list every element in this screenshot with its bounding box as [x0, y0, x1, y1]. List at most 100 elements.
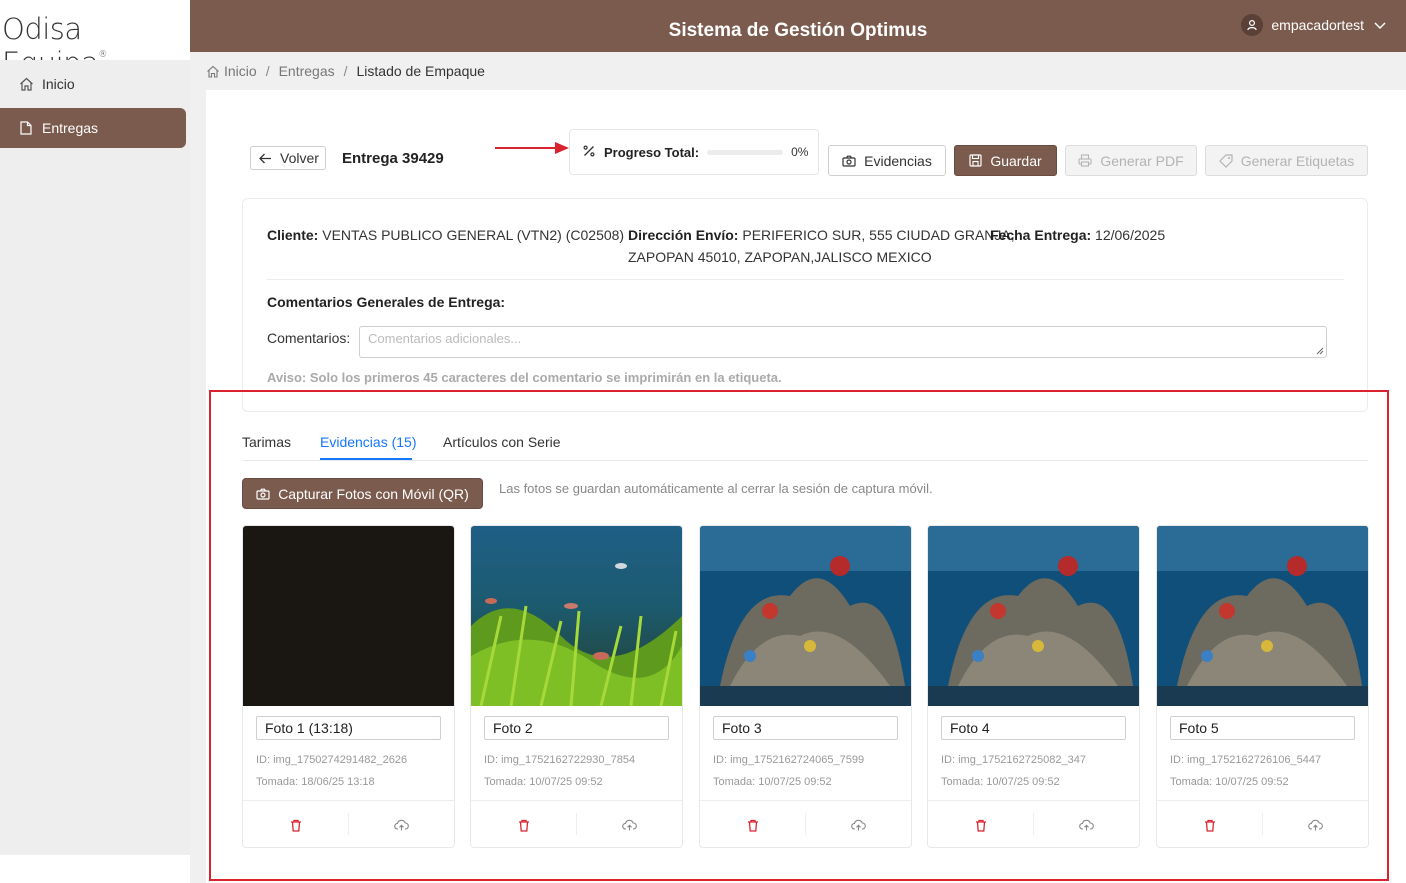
- printer-icon: [1078, 154, 1092, 167]
- photo-actions: [700, 800, 911, 847]
- progress-bar: [707, 149, 784, 155]
- client-info: Cliente: VENTAS PUBLICO GENERAL (VTN2) (…: [267, 224, 624, 246]
- breadcrumb-entregas[interactable]: Entregas: [279, 63, 335, 79]
- address-label: Dirección Envío:: [628, 227, 739, 243]
- back-button[interactable]: Volver: [250, 146, 326, 170]
- delete-icon[interactable]: [514, 815, 534, 835]
- photo-id: ID: img_1752162725082_347: [941, 754, 1086, 766]
- photo-name-input[interactable]: Foto 5: [1170, 716, 1355, 740]
- delivery-date-value: 12/06/2025: [1095, 227, 1166, 243]
- sidebar-item-entregas[interactable]: Entregas: [0, 108, 186, 148]
- comments-warning: Aviso: Solo los primeros 45 caracteres d…: [267, 370, 782, 385]
- address-line-2: ZAPOPAN 45010, ZAPOPAN,JALISCO MEXICO: [628, 249, 932, 265]
- chevron-down-icon: [1374, 17, 1386, 33]
- tab-tarimas[interactable]: Tarimas: [242, 434, 291, 450]
- tag-icon: [1218, 153, 1233, 168]
- sidebar: Inicio Entregas: [0, 60, 190, 855]
- logo-area: Odisa Equipa®: [0, 0, 190, 80]
- photo-actions: [1157, 800, 1368, 847]
- delivery-info-card: Cliente: VENTAS PUBLICO GENERAL (VTN2) (…: [242, 198, 1368, 412]
- photo-name-input[interactable]: Foto 2: [484, 716, 669, 740]
- save-icon: [969, 154, 982, 167]
- cloud-upload-icon[interactable]: [1305, 815, 1325, 835]
- header-bar: Sistema de Gestión Optimus empacadortest: [190, 0, 1406, 52]
- photo-name-input[interactable]: Foto 3: [713, 716, 898, 740]
- photo-card: Foto 1 (13:18) ID: img_1750274291482_262…: [242, 525, 455, 848]
- photo-card: Foto 3 ID: img_1752162724065_7599 Tomada…: [699, 525, 912, 848]
- progress-value: 0%: [791, 145, 809, 159]
- action-separator: [805, 813, 806, 835]
- cloud-upload-icon[interactable]: [1076, 815, 1096, 835]
- photo-card: Foto 4 ID: img_1752162725082_347 Tomada:…: [927, 525, 1140, 848]
- photo-id: ID: img_1750274291482_2626: [256, 754, 408, 766]
- generate-pdf-button[interactable]: Generar PDF: [1065, 145, 1197, 176]
- photo-card: Foto 2 ID: img_1752162722930_7854 Tomada…: [470, 525, 683, 848]
- user-avatar-icon: [1241, 14, 1264, 36]
- divider: [267, 279, 1344, 280]
- action-separator: [348, 813, 349, 835]
- tab-evidencias[interactable]: Evidencias (15): [320, 434, 417, 450]
- breadcrumb: Inicio / Entregas / Listado de Empaque: [206, 63, 485, 79]
- delete-icon[interactable]: [743, 815, 763, 835]
- photo-id: ID: img_1752162724065_7599: [713, 754, 865, 766]
- evidencias-button[interactable]: Evidencias: [828, 145, 946, 176]
- generate-labels-button[interactable]: Generar Etiquetas: [1205, 145, 1368, 176]
- photo-date: Tomada: 10/07/25 09:52: [1170, 776, 1289, 788]
- photo-image[interactable]: [243, 526, 454, 706]
- home-icon: [18, 76, 34, 92]
- breadcrumb-separator: /: [343, 63, 348, 79]
- cloud-upload-icon[interactable]: [391, 815, 411, 835]
- resize-handle-icon[interactable]: [1316, 347, 1324, 355]
- page-title: Entrega 39429: [342, 150, 444, 167]
- progress-label: Progreso Total:: [604, 144, 700, 160]
- photo-image[interactable]: [1157, 526, 1368, 706]
- save-button-label: Guardar: [990, 152, 1042, 169]
- percent-icon: [583, 144, 595, 160]
- save-button[interactable]: Guardar: [954, 145, 1057, 176]
- delivery-date-label: Fecha Entrega:: [990, 227, 1092, 243]
- photo-actions: [243, 800, 454, 847]
- user-menu[interactable]: empacadortest: [1241, 14, 1386, 36]
- photo-name-input[interactable]: Foto 4: [941, 716, 1126, 740]
- photo-image[interactable]: [700, 526, 911, 706]
- action-separator: [1262, 813, 1263, 835]
- camera-icon: [256, 488, 270, 500]
- delete-icon[interactable]: [286, 815, 306, 835]
- back-button-label: Volver: [280, 150, 319, 166]
- cloud-upload-icon[interactable]: [848, 815, 868, 835]
- client-label: Cliente:: [267, 227, 319, 243]
- photo-date: Tomada: 10/07/25 09:52: [941, 776, 1060, 788]
- tab-bar: Tarimas Evidencias (15) Artículos con Se…: [242, 430, 1368, 461]
- photo-actions: [928, 800, 1139, 847]
- breadcrumb-home[interactable]: Inicio: [224, 63, 257, 79]
- generate-pdf-label: Generar PDF: [1100, 152, 1184, 169]
- photo-card: Foto 5 ID: img_1752162726106_5447 Tomada…: [1156, 525, 1369, 848]
- capture-photos-label: Capturar Fotos con Móvil (QR): [278, 485, 469, 502]
- camera-icon: [842, 155, 856, 167]
- breadcrumb-current: Listado de Empaque: [356, 63, 485, 79]
- delivery-date: Fecha Entrega: 12/06/2025: [990, 224, 1165, 246]
- client-value: VENTAS PUBLICO GENERAL (VTN2) (C02508): [322, 227, 625, 243]
- photo-image[interactable]: [471, 526, 682, 706]
- comments-placeholder: Comentarios adicionales...: [368, 331, 522, 346]
- photo-name-input[interactable]: Foto 1 (13:18): [256, 716, 441, 740]
- cloud-upload-icon[interactable]: [619, 815, 639, 835]
- comments-label: Comentarios:: [267, 330, 351, 346]
- action-separator: [1033, 813, 1034, 835]
- document-icon: [18, 120, 34, 136]
- shipping-address: Dirección Envío: PERIFERICO SUR, 555 CIU…: [628, 224, 1015, 268]
- photo-image[interactable]: [928, 526, 1139, 706]
- username: empacadortest: [1271, 17, 1364, 33]
- delete-icon[interactable]: [1200, 815, 1220, 835]
- progress-total: Progreso Total: 0%: [569, 129, 819, 175]
- generate-labels-label: Generar Etiquetas: [1240, 152, 1355, 169]
- photo-date: Tomada: 10/07/25 09:52: [713, 776, 832, 788]
- tab-articulos-serie[interactable]: Artículos con Serie: [443, 434, 561, 450]
- app-title: Sistema de Gestión Optimus: [668, 20, 928, 41]
- comments-textarea[interactable]: Comentarios adicionales...: [359, 326, 1327, 358]
- photo-date: Tomada: 10/07/25 09:52: [484, 776, 603, 788]
- photo-date: Tomada: 18/06/25 13:18: [256, 776, 375, 788]
- delete-icon[interactable]: [971, 815, 991, 835]
- sidebar-item-inicio[interactable]: Inicio: [0, 64, 186, 104]
- capture-photos-button[interactable]: Capturar Fotos con Móvil (QR): [242, 478, 483, 509]
